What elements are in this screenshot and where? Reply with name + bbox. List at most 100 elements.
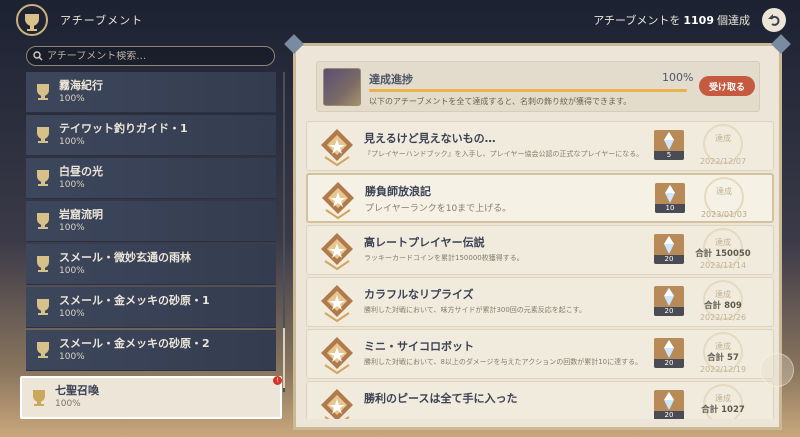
category-item[interactable]: 霧海紀行 100% — [26, 72, 276, 113]
category-percent: 100% — [59, 179, 85, 190]
back-button[interactable] — [762, 8, 786, 32]
side-action-button[interactable] — [760, 353, 794, 387]
summary-label: 達成進捗 — [369, 73, 413, 86]
achievement-row[interactable]: カラフルなリプライズ 勝利した対戦において、味方サイドが累計300回の元素反応を… — [306, 277, 774, 327]
page-title: アチーブメント — [60, 14, 144, 27]
category-name: スメール・金メッキの砂原・1 — [59, 293, 210, 307]
completion-date: 2022/12/19 — [699, 365, 747, 374]
category-item[interactable]: スメール・微妙玄通の雨林 100% — [26, 244, 276, 285]
achievement-description: 勝利した対戦において、8以上のダメージを与えたアクションの回数が累計10に達する… — [364, 358, 643, 366]
category-name: テイワット釣りガイド・1 — [59, 121, 188, 135]
tally-count: 1109 — [683, 14, 714, 27]
achievement-row[interactable]: 高レートプレイヤー伝説 ラッキーカードコインを累計150000枚獲得する。 20… — [306, 225, 774, 275]
achievement-badge-icon — [321, 337, 353, 375]
primogem-reward: 10 — [655, 183, 685, 213]
category-percent: 100% — [59, 93, 85, 104]
trophy-icon — [32, 210, 54, 232]
category-item[interactable]: 白昼の光 100% — [26, 158, 276, 199]
search-input[interactable] — [47, 50, 274, 62]
category-percent: 100% — [59, 222, 85, 233]
primogem-icon — [664, 288, 674, 306]
trophy-icon — [32, 339, 54, 361]
category-name: スメール・金メッキの砂原・2 — [59, 336, 210, 350]
achievement-row[interactable]: 見えるけど見えないもの… 『プレイヤーハンドブック』を入手し、プレイヤー協会公認… — [306, 121, 774, 171]
category-percent: 100% — [59, 308, 85, 319]
completion-date: 2022/12/07 — [699, 157, 747, 166]
achievement-name: 高レートプレイヤー伝説 — [364, 236, 485, 249]
completion-summary: 達成進捗 100% 以下のアチーブメントを全て達成すると、名刺の飾り紋が獲得でき… — [316, 61, 760, 112]
primogem-icon — [664, 392, 674, 410]
claim-button[interactable]: 受け取る — [699, 76, 755, 96]
achievement-description: プレイヤーランクを10まで上げる。 — [365, 204, 512, 214]
achievement-description: 『プレイヤーハンドブック』を入手し、プレイヤー協会公認の正式なプレイヤーになる。 — [364, 150, 644, 158]
category-name: 七聖召喚 — [55, 384, 99, 397]
reward-quantity: 5 — [654, 151, 684, 160]
achievement-emblem-icon — [14, 3, 50, 37]
reward-quantity: 20 — [654, 359, 684, 368]
notification-badge: ! — [273, 376, 282, 385]
primogem-reward: 20 — [654, 234, 684, 264]
completion-seal: 達成 合計 809 2022/12/26 — [691, 280, 755, 324]
search-icon — [33, 51, 43, 61]
completion-date: 2022/12/26 — [699, 313, 747, 322]
progress-fill — [369, 89, 687, 92]
primogem-icon — [664, 132, 674, 150]
category-item[interactable]: テイワット釣りガイド・1 100% — [26, 115, 276, 156]
achievement-badge-icon — [321, 233, 353, 271]
category-item-selected[interactable]: 七聖召喚 100% ! — [20, 376, 282, 419]
category-item[interactable]: 岩窟流明 100% — [26, 201, 276, 242]
achievement-total: 合計 57 — [707, 353, 739, 363]
tally-suffix: 個達成 — [717, 14, 750, 27]
trophy-icon — [32, 296, 54, 318]
achievement-tally: アチーブメントを 1109 個達成 — [593, 12, 750, 28]
trophy-icon — [32, 81, 54, 103]
achievement-badge-icon — [321, 129, 353, 167]
achievement-badge-icon — [321, 285, 353, 323]
primogem-reward: 5 — [654, 130, 684, 160]
trophy-icon — [32, 167, 54, 189]
scrollbar-thumb[interactable] — [283, 328, 285, 388]
completed-label: 達成 — [716, 187, 732, 196]
primogem-icon — [664, 340, 674, 358]
achievement-row[interactable]: 勝利のピースは全て手に入った 20 達成 合計 1027 — [306, 381, 774, 419]
category-percent: 100% — [59, 136, 85, 147]
trophy-icon — [32, 253, 54, 275]
primogem-icon — [665, 185, 675, 203]
achievement-name: カラフルなリプライズ — [364, 288, 474, 301]
achievement-name: ミニ・サイコロボット — [364, 340, 474, 353]
primogem-reward: 20 — [654, 390, 684, 419]
category-scrollbar[interactable] — [283, 72, 285, 392]
tally-prefix: アチーブメントを — [593, 14, 681, 27]
completed-label: 達成 — [715, 134, 731, 143]
summary-percent: 100% — [662, 71, 694, 84]
reward-quantity: 20 — [654, 255, 684, 264]
completion-seal: 達成 合計 1027 — [691, 384, 755, 419]
progress-bar — [369, 89, 687, 92]
back-arrow-icon — [768, 14, 780, 26]
category-name: スメール・微妙玄通の雨林 — [59, 250, 191, 264]
category-percent: 100% — [59, 265, 85, 276]
achievement-name: 見えるけど見えないもの… — [364, 132, 496, 145]
completion-seal: 達成 合計 150050 2023/11/14 — [691, 228, 755, 272]
category-item[interactable]: スメール・金メッキの砂原・2 100% — [26, 330, 276, 371]
completion-seal: 達成 合計 57 2022/12/19 — [691, 332, 755, 376]
namecard-thumbnail — [323, 68, 361, 106]
primogem-reward: 20 — [654, 338, 684, 368]
top-bar: アチーブメント アチーブメントを 1109 個達成 — [0, 0, 800, 40]
category-name: 白昼の光 — [59, 164, 103, 178]
achievement-row[interactable]: ミニ・サイコロボット 勝利した対戦において、8以上のダメージを与えたアクションの… — [306, 329, 774, 379]
achievement-description: 勝利した対戦において、味方サイドが累計300回の元素反応を起こす。 — [364, 306, 586, 314]
search-box[interactable] — [26, 46, 275, 66]
category-item[interactable]: スメール・金メッキの砂原・1 100% — [26, 287, 276, 328]
achievement-total: 合計 1027 — [701, 405, 745, 415]
completion-seal: 達成 2023/01/03 — [692, 177, 756, 221]
category-percent: 100% — [59, 351, 85, 362]
primogem-icon — [664, 236, 674, 254]
completion-date: 2023/11/14 — [699, 261, 747, 270]
achievement-badge-icon — [322, 182, 354, 220]
achievement-row[interactable]: 勝負師放浪記 プレイヤーランクを10まで上げる。 10 達成 2023/01/03 — [306, 173, 774, 223]
achievement-total: 合計 150050 — [695, 249, 751, 259]
category-list: 霧海紀行 100% テイワット釣りガイド・1 100% 白昼の光 100% 岩窟流明 1… — [20, 72, 282, 419]
achievement-total: 合計 809 — [704, 301, 742, 311]
reward-quantity: 10 — [655, 204, 685, 213]
